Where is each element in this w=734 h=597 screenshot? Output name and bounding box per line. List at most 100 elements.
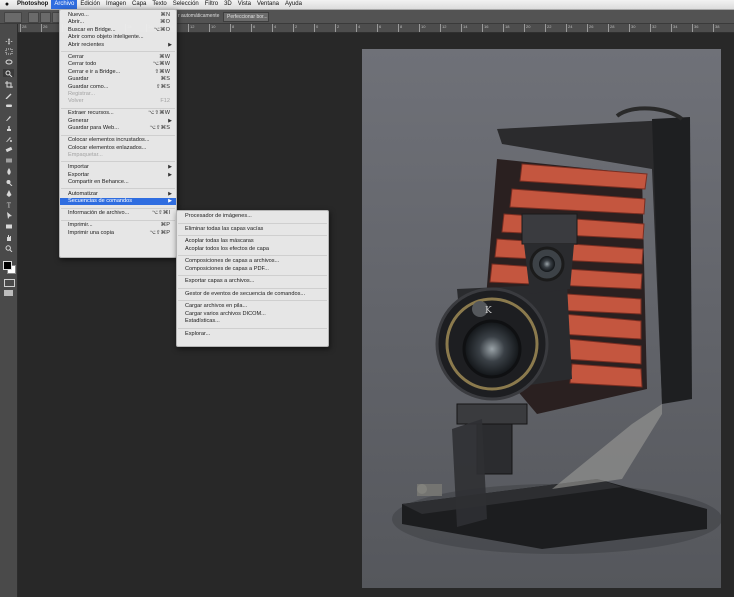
apple-icon[interactable]: ● bbox=[0, 1, 14, 8]
menu-photoshop[interactable]: Photoshop bbox=[14, 0, 51, 9]
hand-tool-icon[interactable] bbox=[3, 234, 14, 242]
rectangle-tool-icon[interactable] bbox=[3, 222, 14, 230]
menu-item-abrir[interactable]: Abrir... ⌘O bbox=[60, 19, 176, 26]
menu-item-shortcut: ⌥⇧⌘I bbox=[151, 210, 170, 217]
menu-item-secuencias-de-comandos[interactable]: Secuencias de comandos ▶ bbox=[60, 198, 176, 206]
menu-item-label: Buscar en Bridge... bbox=[68, 26, 116, 33]
menu-item-composiciones-de-capas-a-archivos[interactable]: Composiciones de capas a archivos... bbox=[177, 258, 328, 265]
menu-item-cargar-varios-archivos-dicom[interactable]: Cargar varios archivos DICOM... bbox=[177, 311, 328, 318]
move-tool-icon[interactable] bbox=[3, 37, 14, 45]
menu-item-label: Acoplar todas las máscaras bbox=[185, 238, 254, 245]
menu-item-shortcut: ⌘O bbox=[160, 19, 170, 26]
menu-item-imprimir-una-copia[interactable]: Imprimir una copia ⌥⇧⌘P bbox=[60, 230, 176, 237]
submenu-arrow-icon: ▶ bbox=[168, 41, 172, 48]
archivo-menu: Nuevo... ⌘N Abrir... ⌘O Buscar en Bridge... ⌥… bbox=[59, 9, 177, 258]
menu-item-exportar-capas-a-archivos[interactable]: Exportar capas a archivos... bbox=[177, 278, 328, 285]
ruler-tick-label: 2 bbox=[293, 24, 297, 32]
menu-vista[interactable]: Vista bbox=[235, 0, 254, 9]
menu-item-compartir-en-behance[interactable]: Compartir en Behance... bbox=[60, 179, 176, 186]
menu-item-colocar-elementos-incrustados[interactable]: Colocar elementos incrustados... bbox=[60, 137, 176, 144]
menu-filtro[interactable]: Filtro bbox=[202, 0, 221, 9]
menu-item-guardar[interactable]: Guardar ⌘S bbox=[60, 76, 176, 83]
type-tool-icon[interactable]: T bbox=[3, 200, 14, 208]
menu-item-guardar-para-web[interactable]: Guardar para Web... ⌥⇧⌘S bbox=[60, 125, 176, 132]
history-brush-tool-icon[interactable] bbox=[3, 135, 14, 143]
clone-stamp-tool-icon[interactable] bbox=[3, 124, 14, 132]
menu-item-exportar[interactable]: Exportar ▶ bbox=[60, 172, 176, 179]
menu-item-procesador-de-imagenes[interactable]: Procesador de imágenes... bbox=[177, 213, 328, 220]
menu-item-cargar-archivos-en-pila[interactable]: Cargar archivos en pila... bbox=[177, 303, 328, 310]
menu-separator bbox=[178, 275, 327, 277]
menu-item-label: Exportar bbox=[68, 171, 90, 178]
menu-item-label: Exportar capas a archivos... bbox=[185, 278, 255, 285]
menu-item-colocar-elementos-enlazados[interactable]: Colocar elementos enlazados... bbox=[60, 145, 176, 152]
menu-texto[interactable]: Texto bbox=[149, 0, 169, 9]
marquee-tool-icon[interactable] bbox=[3, 48, 14, 56]
menu-item-label: Información de archivo... bbox=[68, 210, 130, 217]
menu-item-eliminar-todas-las-capas-vacias[interactable]: Eliminar todas las capas vacías bbox=[177, 226, 328, 233]
eyedropper-tool-icon[interactable] bbox=[3, 91, 14, 99]
menu-item-acoplar-todas-las-mascaras[interactable]: Acoplar todas las máscaras bbox=[177, 238, 328, 245]
menu-item-informacion-de-archivo[interactable]: Información de archivo... ⌥⇧⌘I bbox=[60, 210, 176, 217]
menu-item-label: Secuencias de comandos bbox=[68, 198, 133, 205]
menu-item-automatizar[interactable]: Automatizar ▶ bbox=[60, 191, 176, 198]
lasso-tool-icon[interactable] bbox=[3, 59, 14, 67]
crop-tool-icon[interactable] bbox=[3, 80, 14, 88]
screen-mode-icon[interactable] bbox=[4, 290, 13, 297]
menu-item-explorar[interactable]: Explorar... bbox=[177, 331, 328, 338]
menu-ayuda[interactable]: Ayuda bbox=[282, 0, 305, 9]
foreground-color-swatch[interactable] bbox=[3, 261, 12, 271]
menu-item-label: Cerrar bbox=[68, 53, 84, 60]
menu-item-acoplar-todos-los-efectos-de-capa[interactable]: Acoplar todos los efectos de capa bbox=[177, 246, 328, 253]
menu-archivo[interactable]: Archivo bbox=[51, 0, 78, 9]
menu-item-importar[interactable]: Importar ▶ bbox=[60, 164, 176, 171]
menu-item-estadisticas[interactable]: Estadísticas... bbox=[177, 318, 328, 325]
ruler-tick-label: 16 bbox=[482, 24, 488, 32]
refine-edge-button[interactable]: Perfeccionar bor... bbox=[223, 12, 269, 22]
menu-item-extraer-recursos[interactable]: Extraer recursos... ⌥⇧⌘W bbox=[60, 110, 176, 117]
menu-separator bbox=[61, 207, 175, 209]
menu-3d[interactable]: 3D bbox=[221, 0, 235, 9]
path-selection-tool-icon[interactable] bbox=[3, 211, 14, 219]
healing-brush-tool-icon[interactable] bbox=[3, 102, 14, 110]
blur-tool-icon[interactable] bbox=[3, 167, 14, 175]
menu-item-shortcut: ⌥⇧⌘S bbox=[149, 125, 170, 132]
gradient-tool-icon[interactable] bbox=[3, 157, 14, 165]
quick-mask-icon[interactable] bbox=[4, 279, 15, 288]
menu-item-label: Empaquetar... bbox=[68, 152, 103, 159]
dodge-tool-icon[interactable] bbox=[3, 178, 14, 186]
menu-item-nuevo[interactable]: Nuevo... ⌘N bbox=[60, 12, 176, 19]
add-to-selection-button[interactable] bbox=[40, 12, 51, 23]
menu-item-gestor-de-eventos-de-secuencia-de-comandos[interactable]: Gestor de eventos de secuencia de comand… bbox=[177, 291, 328, 298]
menu-imagen[interactable]: Imagen bbox=[103, 0, 129, 9]
menu-item-shortcut: ⌥⇧⌘P bbox=[149, 229, 170, 236]
menu-item-label: Registrar... bbox=[68, 91, 96, 97]
menu-item-cerrar-todo[interactable]: Cerrar todo ⌥⌘W bbox=[60, 61, 176, 68]
menu-item-generar[interactable]: Generar ▶ bbox=[60, 118, 176, 125]
zoom-tool-icon[interactable] bbox=[3, 244, 14, 252]
ruler-tick-label: 12 bbox=[188, 24, 194, 32]
menu-item-abrir-como-objeto-inteligente[interactable]: Abrir como objeto inteligente... bbox=[60, 34, 176, 41]
menu-separator bbox=[178, 255, 327, 257]
menu-item-label: Cargar varios archivos DICOM... bbox=[185, 310, 266, 317]
menu-separator bbox=[178, 327, 327, 329]
ruler-tick-label: 4 bbox=[356, 24, 360, 32]
brush-tool-icon[interactable] bbox=[3, 113, 14, 121]
menu-ventana[interactable]: Ventana bbox=[254, 0, 282, 9]
menu-item-cerrar[interactable]: Cerrar ⌘W bbox=[60, 54, 176, 61]
menu-edicion[interactable]: Edición bbox=[77, 0, 103, 9]
menu-item-imprimir[interactable]: Imprimir... ⌘P bbox=[60, 222, 176, 229]
quick-selection-tool-icon[interactable] bbox=[3, 69, 14, 78]
pen-tool-icon[interactable] bbox=[3, 190, 14, 198]
menu-item-composiciones-de-capas-a-pdf[interactable]: Composiciones de capas a PDF... bbox=[177, 266, 328, 273]
new-selection-button[interactable] bbox=[28, 12, 39, 23]
menu-capa[interactable]: Capa bbox=[129, 0, 149, 9]
menu-item-abrir-recientes[interactable]: Abrir recientes ▶ bbox=[60, 42, 176, 49]
menu-item-cerrar-e-ir-a-bridge[interactable]: Cerrar e ir a Bridge... ⇧⌘W bbox=[60, 69, 176, 76]
menu-seleccion[interactable]: Selección bbox=[170, 0, 202, 9]
menu-item-guardar-como[interactable]: Guardar como... ⇧⌘S bbox=[60, 84, 176, 91]
eraser-tool-icon[interactable] bbox=[3, 146, 14, 154]
menu-item-buscar-en-bridge[interactable]: Buscar en Bridge... ⌥⌘O bbox=[60, 27, 176, 34]
tool-preset-picker[interactable] bbox=[4, 12, 22, 23]
ruler-tick-label: 26 bbox=[587, 24, 593, 32]
